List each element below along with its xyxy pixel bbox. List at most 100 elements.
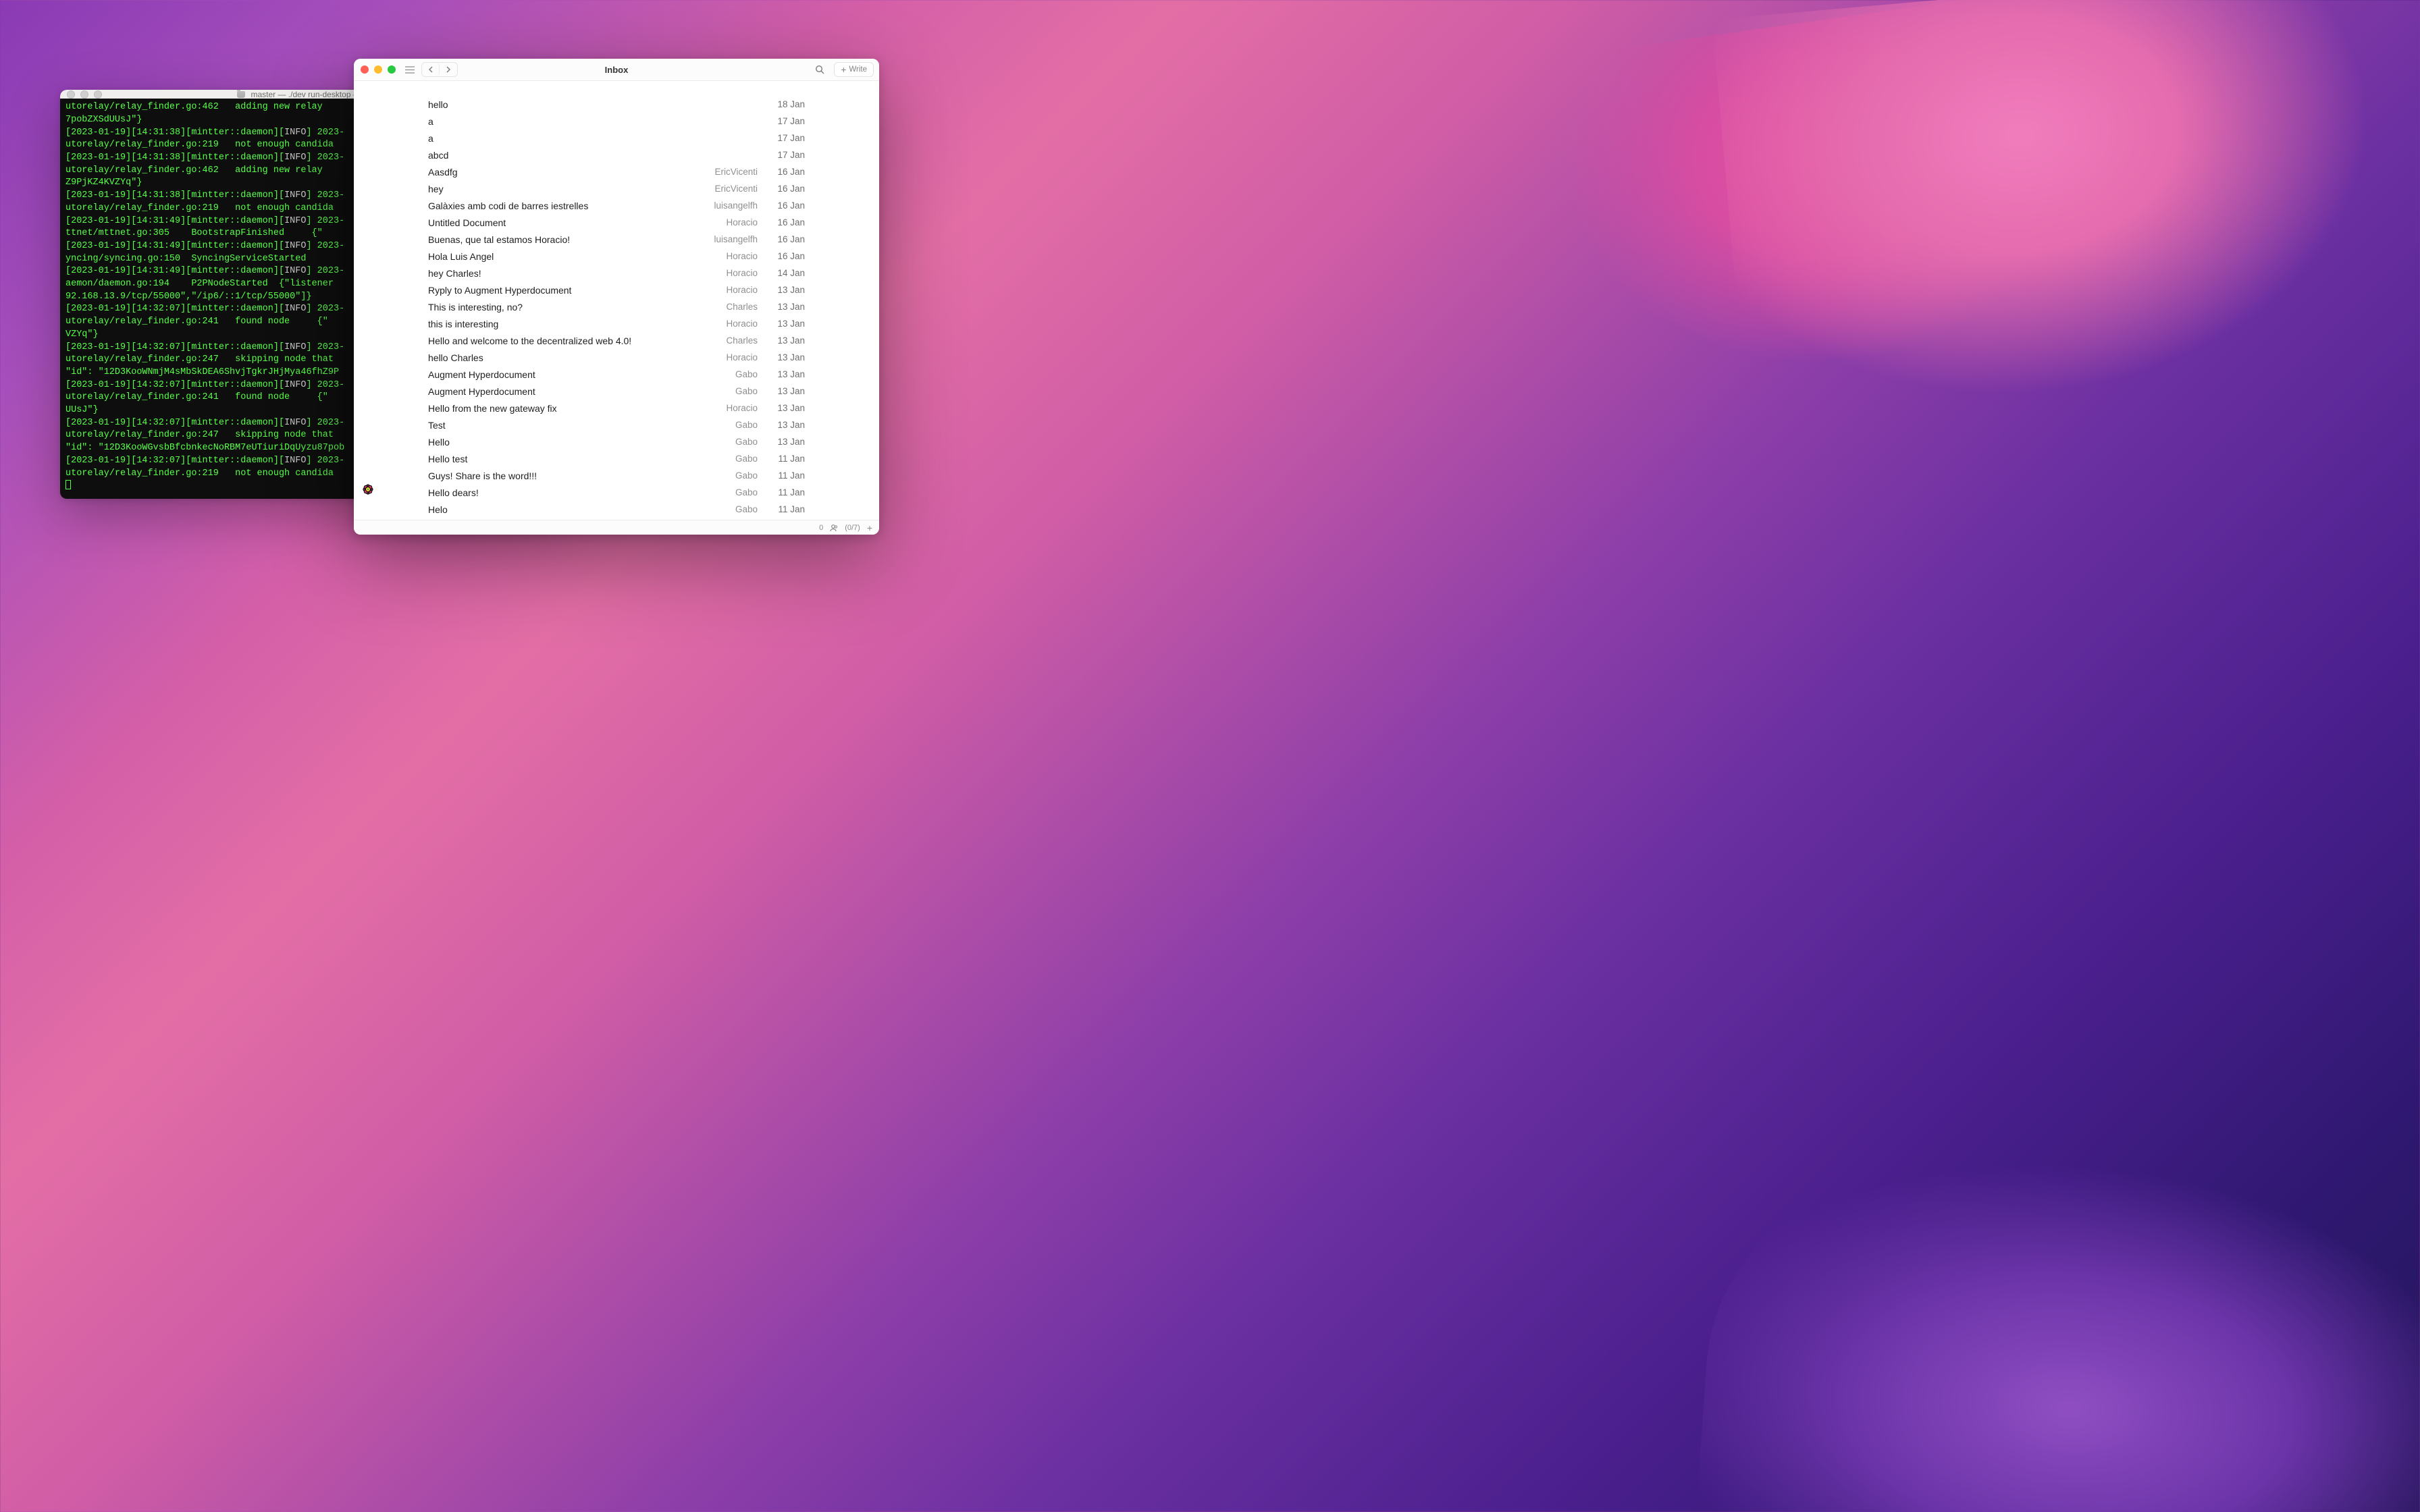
inbox-row-author: luisangelfh — [693, 234, 767, 244]
inbox-row[interactable]: Hello testGabo11 Jan — [428, 450, 805, 467]
traffic-close-icon[interactable] — [361, 65, 369, 74]
inbox-row-date: 16 Jan — [767, 251, 805, 261]
inbox-row-author: Horacio — [693, 251, 767, 261]
inbox-row-title: Hello test — [428, 454, 693, 464]
inbox-row-title: Augment Hyperdocument — [428, 369, 693, 380]
contacts-icon — [830, 524, 838, 532]
chevron-left-icon — [428, 66, 433, 73]
inbox-row[interactable]: this is interestingHoracio13 Jan — [428, 315, 805, 332]
inbox-row-date: 16 Jan — [767, 184, 805, 194]
inbox-row-author: EricVicenti — [693, 184, 767, 194]
sidebar-toggle-button[interactable] — [402, 62, 417, 77]
plus-icon: + — [841, 65, 846, 74]
inbox-row-title: Helo — [428, 504, 693, 515]
inbox-row[interactable]: Galàxies amb codi de barres iestrelleslu… — [428, 197, 805, 214]
inbox-row-author: Gabo — [693, 420, 767, 430]
inbox-row-date: 16 Jan — [767, 234, 805, 244]
inbox-row-date: 13 Jan — [767, 352, 805, 362]
inbox-row[interactable]: Hola Luis AngelHoracio16 Jan — [428, 248, 805, 265]
inbox-list: hello18 Jana17 Jana17 Janabcd17 JanAasdf… — [428, 96, 805, 518]
inbox-row[interactable]: heyEricVicenti16 Jan — [428, 180, 805, 197]
inbox-row[interactable]: hello18 Jan — [428, 96, 805, 113]
inbox-row-title: hey Charles! — [428, 268, 693, 279]
inbox-row[interactable]: hey Charles!Horacio14 Jan — [428, 265, 805, 281]
inbox-row-date: 14 Jan — [767, 268, 805, 278]
inbox-row-title: Guys! Share is the word!!! — [428, 470, 693, 481]
inbox-row-author: Horacio — [693, 217, 767, 227]
inbox-row[interactable]: This is interesting, no?Charles13 Jan — [428, 298, 805, 315]
nav-back-button[interactable] — [422, 63, 440, 76]
inbox-row-date: 11 Jan — [767, 504, 805, 514]
inbox-row-title: abcd — [428, 150, 693, 161]
inbox-row-date: 13 Jan — [767, 319, 805, 329]
traffic-close-icon[interactable] — [67, 90, 75, 99]
app-window[interactable]: Inbox + Write hello18 Jana17 Jana17 Jana… — [354, 59, 879, 535]
inbox-row[interactable]: a17 Jan — [428, 113, 805, 130]
inbox-row[interactable]: Guys! Share is the word!!!Gabo11 Jan — [428, 467, 805, 484]
inbox-row-author: Horacio — [693, 352, 767, 362]
write-button[interactable]: + Write — [834, 62, 874, 77]
inbox-row[interactable]: Hello dears!Gabo11 Jan — [428, 484, 805, 501]
app-titlebar[interactable]: Inbox + Write — [354, 59, 879, 81]
nav-group — [421, 62, 458, 77]
inbox-row-date: 13 Jan — [767, 386, 805, 396]
inbox-row-title: Hello and welcome to the decentralized w… — [428, 335, 693, 346]
inbox-row-date: 17 Jan — [767, 133, 805, 143]
status-add-button[interactable]: + — [867, 523, 872, 533]
inbox-row-date: 17 Jan — [767, 150, 805, 160]
inbox-row[interactable]: Hello and welcome to the decentralized w… — [428, 332, 805, 349]
inbox-row-date: 16 Jan — [767, 167, 805, 177]
inbox-row[interactable]: HelloGabo13 Jan — [428, 433, 805, 450]
inbox-row-date: 11 Jan — [767, 487, 805, 497]
inbox-row[interactable]: AasdfgEricVicenti16 Jan — [428, 163, 805, 180]
search-button[interactable] — [812, 62, 827, 77]
inbox-row[interactable]: Ryply to Augment HyperdocumentHoracio13 … — [428, 281, 805, 298]
inbox-row-date: 13 Jan — [767, 335, 805, 346]
inbox-row-date: 13 Jan — [767, 403, 805, 413]
search-icon — [815, 65, 824, 74]
inbox-row[interactable]: TestGabo13 Jan — [428, 416, 805, 433]
inbox-row-date: 13 Jan — [767, 369, 805, 379]
traffic-min-icon[interactable] — [374, 65, 382, 74]
inbox-row-title: Untitled Document — [428, 217, 693, 228]
status-count: 0 — [819, 524, 823, 532]
traffic-min-icon[interactable] — [80, 90, 88, 99]
app-body[interactable]: hello18 Jana17 Jana17 Janabcd17 JanAasdf… — [354, 81, 879, 520]
inbox-row[interactable]: Hello from the new gateway fixHoracio13 … — [428, 400, 805, 416]
inbox-row-author: luisangelfh — [693, 200, 767, 211]
inbox-row-title: this is interesting — [428, 319, 693, 329]
inbox-row-author: Charles — [693, 302, 767, 312]
inbox-row-author: Gabo — [693, 504, 767, 514]
inbox-row[interactable]: abcd 17 Jan — [428, 146, 805, 163]
inbox-row-title: Hello dears! — [428, 487, 693, 498]
inbox-row-title: a — [428, 116, 693, 127]
inbox-row-title: Augment Hyperdocument — [428, 386, 693, 397]
inbox-row[interactable]: Augment HyperdocumentGabo13 Jan — [428, 383, 805, 400]
inbox-row-title: a — [428, 133, 693, 144]
inbox-row[interactable]: hello CharlesHoracio13 Jan — [428, 349, 805, 366]
traffic-max-icon[interactable] — [94, 90, 102, 99]
inbox-row-title: Ryply to Augment Hyperdocument — [428, 285, 693, 296]
inbox-row-author: EricVicenti — [693, 167, 767, 177]
inbox-row[interactable]: HeloGabo11 Jan — [428, 501, 805, 518]
inbox-row-title: hello — [428, 99, 693, 110]
inbox-row-date: 16 Jan — [767, 217, 805, 227]
inbox-row-author: Charles — [693, 335, 767, 346]
inbox-row-author: Horacio — [693, 268, 767, 278]
inbox-row-date: 13 Jan — [767, 302, 805, 312]
inbox-row-author: Horacio — [693, 403, 767, 413]
inbox-row-title: Aasdfg — [428, 167, 693, 178]
inbox-row[interactable]: Untitled DocumentHoracio16 Jan — [428, 214, 805, 231]
inbox-row[interactable]: a 17 Jan — [428, 130, 805, 146]
inbox-row[interactable]: Buenas, que tal estamos Horacio!luisange… — [428, 231, 805, 248]
inbox-row[interactable]: Augment HyperdocumentGabo13 Jan — [428, 366, 805, 383]
nav-forward-button[interactable] — [440, 63, 457, 76]
inbox-row-date: 13 Jan — [767, 285, 805, 295]
inbox-row-title: hello Charles — [428, 352, 693, 363]
inbox-row-title: Buenas, que tal estamos Horacio! — [428, 234, 693, 245]
inbox-row-title: Galàxies amb codi de barres iestrelles — [428, 200, 693, 211]
app-logo-icon[interactable] — [358, 479, 378, 500]
traffic-max-icon[interactable] — [388, 65, 396, 74]
inbox-row-author: Horacio — [693, 285, 767, 295]
inbox-row-author: Gabo — [693, 454, 767, 464]
